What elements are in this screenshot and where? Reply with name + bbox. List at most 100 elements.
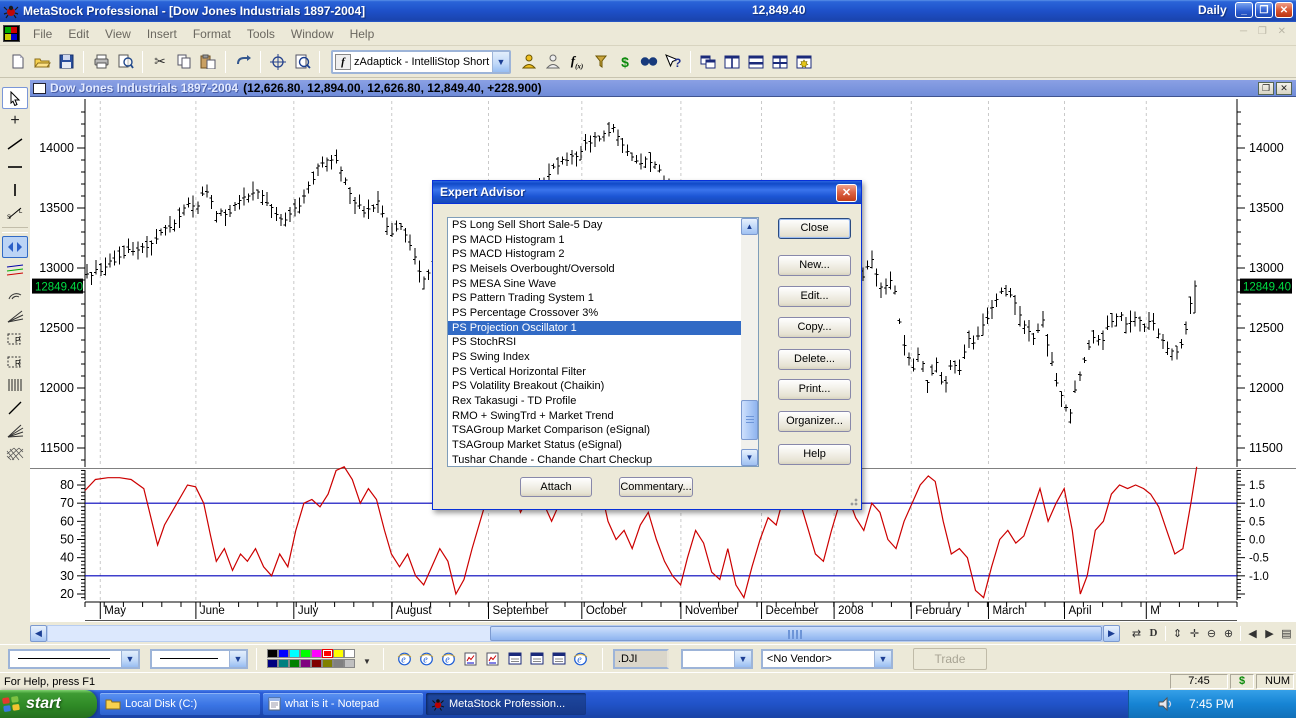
- chart-window-titlebar[interactable]: Dow Jones Industrials 1897-2004 (12,626.…: [30, 80, 1296, 97]
- tool-scroll-arrows[interactable]: [2, 236, 28, 258]
- palette-arrow-icon[interactable]: ▼: [363, 657, 371, 666]
- expert-list-item[interactable]: PS Vertical Horizontal Filter: [448, 365, 758, 380]
- chart-close-button[interactable]: ✕: [1276, 82, 1292, 95]
- chevron-down-icon[interactable]: ▼: [874, 651, 891, 667]
- fx-icon[interactable]: f(x): [565, 50, 589, 74]
- print-preview-icon[interactable]: [113, 50, 137, 74]
- close-button[interactable]: ✕: [1275, 2, 1293, 18]
- expert-list-item[interactable]: PS Projection Oscillator 1: [448, 321, 758, 336]
- close-button[interactable]: Close: [778, 218, 851, 239]
- expert-list-item[interactable]: PS Long Sell Short Sale-5 Day: [448, 218, 758, 233]
- find-icon[interactable]: [637, 50, 661, 74]
- color-swatch[interactable]: [289, 659, 300, 668]
- zoom-out-button[interactable]: ⊖: [1203, 625, 1220, 642]
- chart-scrollbar-thumb[interactable]: [490, 626, 1102, 641]
- expert-list-item[interactable]: Rex Takasugi - TD Profile: [448, 394, 758, 409]
- help-pointer-icon[interactable]: ?: [661, 50, 685, 74]
- tile-horizontal-icon[interactable]: [744, 50, 768, 74]
- tool-semilog-line[interactable]: SL: [2, 202, 28, 224]
- expert-list-scrollbar[interactable]: ▲ ▼: [741, 218, 758, 466]
- chart-restore-button[interactable]: ❐: [1258, 82, 1274, 95]
- print-icon[interactable]: [89, 50, 113, 74]
- expert-list-item[interactable]: PS StochRSI: [448, 335, 758, 350]
- dialog-titlebar[interactable]: Expert Advisor: [433, 181, 861, 204]
- scroll-right-button[interactable]: ▶: [1103, 625, 1120, 642]
- expert-list-item[interactable]: PS Pattern Trading System 1: [448, 291, 758, 306]
- copy-button[interactable]: Copy...: [778, 317, 851, 338]
- color-swatch[interactable]: [333, 649, 344, 658]
- expert-list-item[interactable]: Tushar Chande - Chande Chart Checkup: [448, 453, 758, 467]
- color-swatch[interactable]: [300, 649, 311, 658]
- expert-list-item[interactable]: PS MACD Histogram 1: [448, 233, 758, 248]
- tool-pointer[interactable]: [2, 87, 28, 109]
- commentary-button[interactable]: Commentary...: [619, 477, 693, 497]
- menu-format[interactable]: Format: [185, 24, 239, 44]
- dialog-resize-grip[interactable]: [847, 495, 859, 507]
- cascade-windows-icon[interactable]: [696, 50, 720, 74]
- print-button[interactable]: Print...: [778, 379, 851, 400]
- color-swatch[interactable]: [278, 649, 289, 658]
- tool-vertical-line[interactable]: [2, 179, 28, 201]
- globe-4-icon[interactable]: e: [570, 648, 592, 670]
- color-swatch[interactable]: [333, 659, 344, 668]
- edit-button[interactable]: Edit...: [778, 286, 851, 307]
- color-swatch[interactable]: [344, 649, 355, 658]
- globe-1-icon[interactable]: e: [394, 648, 416, 670]
- chevron-down-icon[interactable]: ▼: [121, 651, 138, 667]
- chart-page-2-icon[interactable]: [482, 648, 504, 670]
- globe-3-icon[interactable]: e: [438, 648, 460, 670]
- refresh-button[interactable]: ⇄: [1128, 625, 1145, 642]
- attach-button[interactable]: Attach: [520, 477, 592, 497]
- layout-button[interactable]: ▤: [1278, 625, 1295, 642]
- pan-button[interactable]: ✛: [1186, 625, 1203, 642]
- taskbar-task-metastock[interactable]: MetaStock Profession...: [426, 693, 586, 715]
- guru-gold-icon[interactable]: [517, 50, 541, 74]
- line-style-combobox[interactable]: ▼: [8, 649, 140, 669]
- tool-horizontal-line[interactable]: [2, 156, 28, 178]
- color-swatch[interactable]: [311, 649, 322, 658]
- menu-insert[interactable]: Insert: [139, 24, 185, 44]
- expert-list-item[interactable]: PS MESA Sine Wave: [448, 277, 758, 292]
- expert-list[interactable]: PS Long Sell Short Sale-5 DayPS MACD His…: [447, 217, 759, 467]
- menu-window[interactable]: Window: [283, 24, 342, 44]
- tool-gann-fan[interactable]: [2, 420, 28, 442]
- scroll-left-button[interactable]: ◀: [30, 625, 47, 642]
- copy-icon[interactable]: [172, 50, 196, 74]
- chart-page-1-icon[interactable]: [460, 648, 482, 670]
- minimize-button[interactable]: _: [1235, 2, 1253, 18]
- tool-trendline[interactable]: [2, 133, 28, 155]
- tool-grid-tool[interactable]: [2, 443, 28, 465]
- zoom-doc-icon[interactable]: [290, 50, 314, 74]
- color-swatch[interactable]: [344, 659, 355, 668]
- tile-quad-icon[interactable]: [768, 50, 792, 74]
- cut-icon[interactable]: ✂: [148, 50, 172, 74]
- open-icon[interactable]: [30, 50, 54, 74]
- expert-list-item[interactable]: PS Meisels Overbought/Oversold: [448, 262, 758, 277]
- tool-fibonacci-arcs[interactable]: [2, 282, 28, 304]
- tool-crosshair-tool[interactable]: +: [2, 110, 28, 132]
- expert-list-item[interactable]: PS MACD Histogram 2: [448, 247, 758, 262]
- chart-scrollbar-track[interactable]: [47, 625, 1103, 642]
- color-swatch[interactable]: [267, 649, 278, 658]
- organizer-button[interactable]: Organizer...: [778, 411, 851, 432]
- trade-button[interactable]: Trade: [913, 648, 987, 670]
- dialog-close-icon[interactable]: ✕: [836, 184, 857, 202]
- menu-file[interactable]: File: [25, 24, 60, 44]
- expert-list-item[interactable]: PS Swing Index: [448, 350, 758, 365]
- globe-2-icon[interactable]: e: [416, 648, 438, 670]
- layout-frame-3-icon[interactable]: [548, 648, 570, 670]
- restore-button[interactable]: ❐: [1255, 2, 1273, 18]
- taskbar-task-notepad[interactable]: what is it - Notepad: [263, 693, 423, 715]
- line-weight-combobox[interactable]: ▼: [150, 649, 248, 669]
- tray-clock[interactable]: 7:45 PM: [1189, 697, 1234, 711]
- tool-speed-line[interactable]: [2, 397, 28, 419]
- tool-retracement-box[interactable]: R: [2, 351, 28, 373]
- undo-icon[interactable]: [231, 50, 255, 74]
- tile-vertical-icon[interactable]: [720, 50, 744, 74]
- menu-tools[interactable]: Tools: [239, 24, 283, 44]
- list-scroll-down-icon[interactable]: ▼: [741, 449, 758, 466]
- color-swatch[interactable]: [322, 659, 333, 668]
- save-icon[interactable]: [54, 50, 78, 74]
- expert-list-item[interactable]: PS Volatility Breakout (Chaikin): [448, 379, 758, 394]
- color-swatch[interactable]: [289, 649, 300, 658]
